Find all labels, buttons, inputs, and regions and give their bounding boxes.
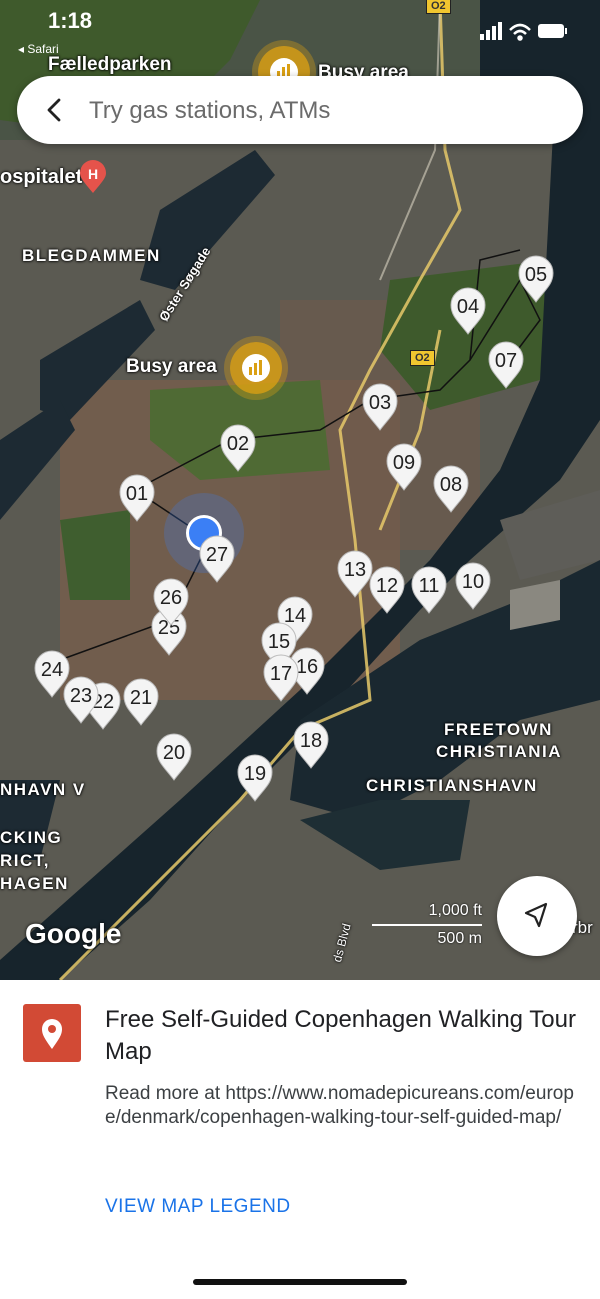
marker-number: 24	[40, 659, 64, 681]
marker-number: 13	[343, 559, 367, 581]
marker-number: 07	[494, 350, 518, 372]
map-label-hospitalet: ospitalet	[0, 166, 83, 188]
marker-number: 02	[226, 433, 250, 455]
marker-number: 05	[524, 264, 548, 286]
tour-marker-09[interactable]: 09	[385, 443, 423, 491]
map-label-freetown: FREETOWN	[444, 720, 553, 739]
marker-number: 04	[456, 296, 480, 318]
back-arrow-icon[interactable]	[39, 94, 71, 126]
google-attribution: Google	[25, 918, 122, 949]
tour-marker-19[interactable]: 19	[236, 754, 274, 802]
scale-bar	[372, 924, 482, 926]
sheet-description: Read more at https://www.nomadepicureans…	[105, 1083, 574, 1128]
search-bar[interactable]	[17, 76, 583, 144]
back-to-app-link[interactable]: ◂ Safari	[18, 42, 59, 56]
map-label-rict: RICT,	[0, 851, 50, 870]
marker-number: 10	[461, 571, 485, 593]
hospital-pin-icon[interactable]: H	[78, 160, 108, 194]
svg-text:H: H	[88, 166, 98, 182]
map-imagery	[0, 0, 600, 980]
marker-number: 18	[299, 730, 323, 752]
map-label-faelledparken: Fælledparken	[48, 54, 172, 75]
tour-marker-11[interactable]: 11	[410, 566, 448, 614]
tour-marker-02[interactable]: 02	[219, 424, 257, 472]
map-scale: 1,000 ft 500 m	[372, 902, 482, 952]
route-shield-o2-mid: O2	[410, 350, 435, 366]
tour-marker-05[interactable]: 05	[517, 255, 555, 303]
marker-number: 01	[125, 483, 149, 505]
marker-number: 08	[439, 474, 463, 496]
map-label-christianshavn: CHRISTIANSHAVN	[366, 776, 538, 795]
tour-marker-13[interactable]: 13	[336, 550, 374, 598]
map-label-blegdammen: BLEGDAMMEN	[22, 246, 161, 265]
tour-marker-08[interactable]: 08	[432, 465, 470, 513]
marker-number: 20	[162, 742, 186, 764]
map-label-nhavn: NHAVN V	[0, 780, 86, 799]
marker-number: 09	[392, 452, 416, 474]
marker-number: 19	[243, 763, 267, 785]
tour-marker-10[interactable]: 10	[454, 562, 492, 610]
tour-marker-01[interactable]: 01	[118, 474, 156, 522]
map-label-hagen: HAGEN	[0, 874, 69, 893]
scale-meters: 500 m	[437, 930, 482, 947]
tour-marker-24[interactable]: 24	[33, 650, 71, 698]
tour-marker-18[interactable]: 18	[292, 721, 330, 769]
tour-marker-20[interactable]: 20	[155, 733, 193, 781]
tour-marker-26[interactable]: 26	[152, 578, 190, 626]
map-pin-icon	[23, 1004, 81, 1062]
tour-marker-17[interactable]: 17	[262, 654, 300, 702]
status-bar: 1:18 ◂ Safari	[0, 0, 600, 56]
view-map-legend-link[interactable]: VIEW MAP LEGEND	[105, 1196, 291, 1218]
marker-number: 11	[418, 575, 440, 597]
battery-icon	[538, 24, 567, 38]
tour-marker-07[interactable]: 07	[487, 341, 525, 389]
marker-number: 03	[368, 392, 392, 414]
map-label-christiania: CHRISTIANIA	[436, 742, 563, 761]
busy-area-icon[interactable]	[230, 342, 282, 394]
my-location-button[interactable]	[497, 876, 577, 956]
sheet-title: Free Self-Guided Copenhagen Walking Tour…	[105, 1006, 576, 1065]
home-indicator[interactable]	[193, 1279, 407, 1285]
tour-marker-27[interactable]: 27	[198, 535, 236, 583]
tour-marker-03[interactable]: 03	[361, 383, 399, 431]
satellite-map[interactable]: 1:18 ◂ Safari Fælledparken ospitalet H B…	[0, 0, 600, 980]
tour-marker-04[interactable]: 04	[449, 287, 487, 335]
marker-number: 26	[159, 587, 183, 609]
search-input[interactable]	[87, 90, 561, 132]
cellular-signal-icon	[480, 22, 502, 40]
marker-number: 17	[269, 663, 293, 685]
scale-feet: 1,000 ft	[428, 902, 482, 919]
busy-area-label: Busy area	[126, 356, 217, 377]
status-icons	[480, 20, 570, 47]
status-time: 1:18	[48, 8, 93, 33]
marker-number: 21	[129, 687, 153, 709]
wifi-icon	[509, 23, 531, 41]
map-label-cking: CKING	[0, 828, 63, 847]
marker-number: 27	[205, 544, 229, 566]
navigation-arrow-icon	[524, 902, 548, 928]
tour-marker-21[interactable]: 21	[122, 678, 160, 726]
